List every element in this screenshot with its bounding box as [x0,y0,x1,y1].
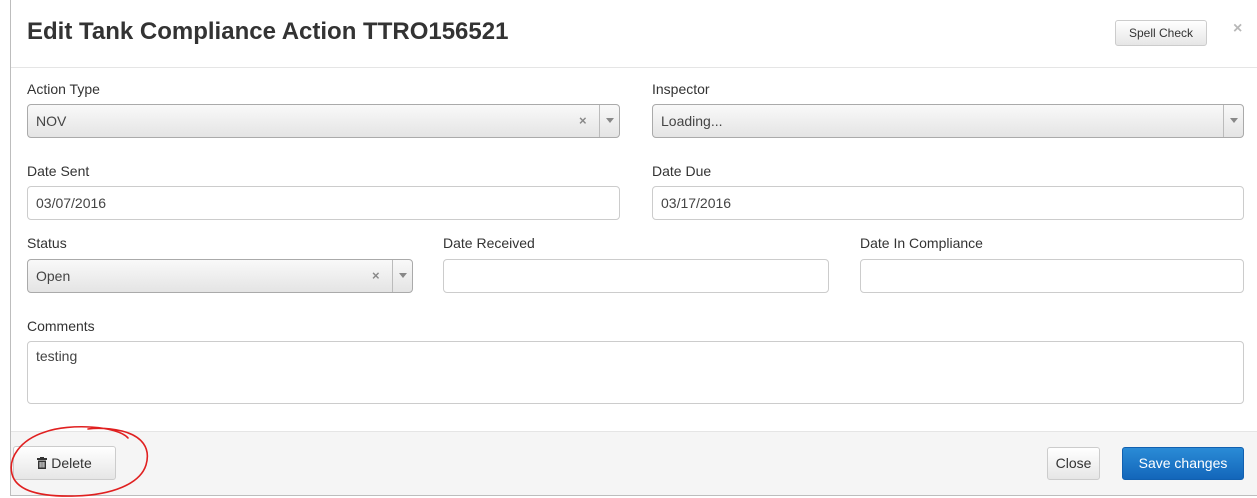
clear-icon[interactable]: × [372,268,380,283]
spell-check-button[interactable]: Spell Check [1115,20,1207,46]
inspector-select[interactable]: Loading... [652,104,1244,138]
chevron-down-icon[interactable] [392,260,412,292]
action-type-label: Action Type [27,81,100,97]
dialog-title: Edit Tank Compliance Action TTRO156521 [27,18,509,45]
date-due-field[interactable]: 03/17/2016 [652,186,1244,220]
edit-compliance-dialog: Edit Tank Compliance Action TTRO156521 S… [10,0,1257,496]
inspector-label: Inspector [652,81,710,97]
delete-label: Delete [51,455,92,471]
dialog-footer: Delete Close Save changes [11,431,1257,495]
inspector-value: Loading... [661,113,723,129]
chevron-down-icon[interactable] [599,105,619,137]
trash-icon [37,456,48,469]
action-type-value: NOV [36,113,67,129]
date-sent-label: Date Sent [27,163,90,179]
date-in-compliance-label: Date In Compliance [860,235,983,251]
delete-button[interactable]: Delete [13,446,116,480]
dialog-header: Edit Tank Compliance Action TTRO156521 S… [11,0,1257,68]
chevron-down-icon[interactable] [1223,105,1243,137]
close-icon[interactable]: × [1233,20,1242,38]
date-sent-field[interactable]: 03/07/2016 [27,186,620,220]
date-received-field[interactable] [443,259,829,293]
clear-icon[interactable]: × [579,113,587,128]
status-label: Status [27,235,67,251]
date-in-compliance-field[interactable] [860,259,1244,293]
status-value: Open [36,268,71,284]
date-due-label: Date Due [652,163,712,179]
action-type-select[interactable]: NOV × [27,104,620,138]
date-received-label: Date Received [443,235,535,251]
comments-textarea[interactable]: testing [27,341,1244,404]
close-button[interactable]: Close [1047,447,1100,480]
save-changes-button[interactable]: Save changes [1122,447,1244,480]
comments-label: Comments [27,318,95,334]
status-select[interactable]: Open × [27,259,413,293]
